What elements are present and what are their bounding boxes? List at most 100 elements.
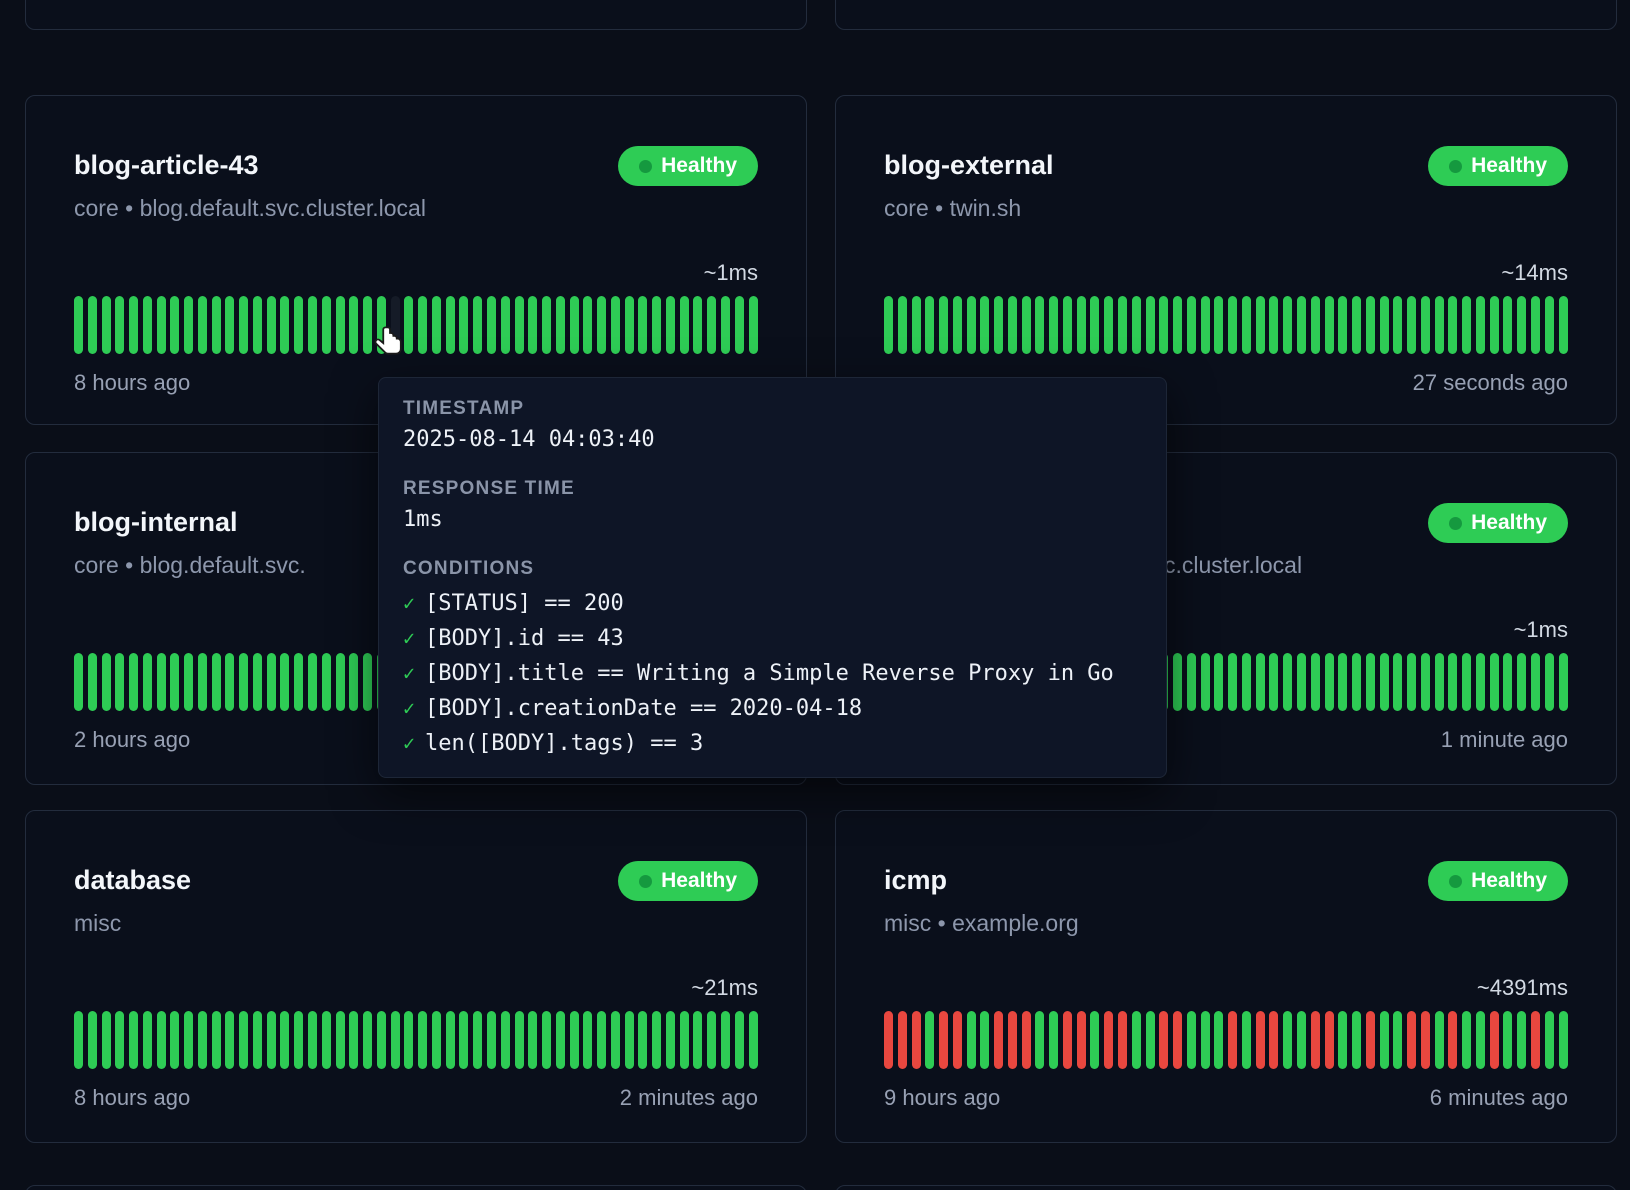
status-bar[interactable] bbox=[1214, 296, 1223, 354]
status-bar[interactable] bbox=[1090, 296, 1099, 354]
status-bar[interactable] bbox=[432, 1011, 441, 1069]
status-bar[interactable] bbox=[184, 296, 193, 354]
status-bar[interactable] bbox=[1201, 1011, 1210, 1069]
status-bar[interactable] bbox=[473, 296, 482, 354]
status-bar[interactable] bbox=[1407, 1011, 1416, 1069]
status-bar[interactable] bbox=[170, 1011, 179, 1069]
status-bar[interactable] bbox=[88, 1011, 97, 1069]
status-bar[interactable] bbox=[1462, 296, 1471, 354]
status-bar[interactable] bbox=[1366, 1011, 1375, 1069]
status-bar[interactable] bbox=[322, 1011, 331, 1069]
status-bar[interactable] bbox=[253, 653, 262, 711]
status-bar[interactable] bbox=[102, 1011, 111, 1069]
status-bar[interactable] bbox=[115, 653, 124, 711]
status-bar[interactable] bbox=[212, 653, 221, 711]
status-bar[interactable] bbox=[253, 296, 262, 354]
status-bar[interactable] bbox=[652, 1011, 661, 1069]
status-bar[interactable] bbox=[570, 1011, 579, 1069]
service-title[interactable]: blog-article-43 bbox=[74, 150, 259, 181]
status-bar[interactable] bbox=[198, 1011, 207, 1069]
status-bar[interactable] bbox=[1022, 1011, 1031, 1069]
status-bar[interactable] bbox=[1407, 653, 1416, 711]
status-bar[interactable] bbox=[1325, 1011, 1334, 1069]
status-bar[interactable] bbox=[994, 296, 1003, 354]
status-bar[interactable] bbox=[88, 653, 97, 711]
status-bar[interactable] bbox=[129, 296, 138, 354]
status-bar[interactable] bbox=[980, 296, 989, 354]
status-bar[interactable] bbox=[625, 1011, 634, 1069]
status-bar[interactable] bbox=[693, 296, 702, 354]
status-bar[interactable] bbox=[74, 1011, 83, 1069]
status-bar[interactable] bbox=[542, 1011, 551, 1069]
status-bar[interactable] bbox=[1517, 296, 1526, 354]
status-bar[interactable] bbox=[129, 653, 138, 711]
status-bar[interactable] bbox=[611, 296, 620, 354]
status-bar[interactable] bbox=[1476, 296, 1485, 354]
status-bar[interactable] bbox=[294, 1011, 303, 1069]
status-bar[interactable] bbox=[638, 1011, 647, 1069]
status-bar[interactable] bbox=[967, 1011, 976, 1069]
status-bar[interactable] bbox=[1228, 296, 1237, 354]
status-bar[interactable] bbox=[1380, 296, 1389, 354]
status-bar[interactable] bbox=[115, 296, 124, 354]
status-bar[interactable] bbox=[225, 653, 234, 711]
status-bar[interactable] bbox=[294, 653, 303, 711]
status-bar[interactable] bbox=[198, 653, 207, 711]
status-bar[interactable] bbox=[459, 296, 468, 354]
status-bar[interactable] bbox=[1366, 653, 1375, 711]
status-bar[interactable] bbox=[377, 1011, 386, 1069]
status-bar[interactable] bbox=[1448, 653, 1457, 711]
status-bar[interactable] bbox=[542, 296, 551, 354]
status-bar[interactable] bbox=[528, 1011, 537, 1069]
status-bar[interactable] bbox=[1201, 296, 1210, 354]
status-bar[interactable] bbox=[570, 296, 579, 354]
status-bar[interactable] bbox=[884, 296, 893, 354]
status-bar[interactable] bbox=[1173, 296, 1182, 354]
status-bar[interactable] bbox=[184, 1011, 193, 1069]
status-bar[interactable] bbox=[953, 296, 962, 354]
status-bar[interactable] bbox=[735, 1011, 744, 1069]
status-bar[interactable] bbox=[184, 653, 193, 711]
status-bar[interactable] bbox=[336, 296, 345, 354]
status-bar[interactable] bbox=[967, 296, 976, 354]
status-bar[interactable] bbox=[1311, 653, 1320, 711]
status-bar[interactable] bbox=[225, 296, 234, 354]
status-bar[interactable] bbox=[239, 296, 248, 354]
status-bar[interactable] bbox=[267, 296, 276, 354]
status-bar[interactable] bbox=[1448, 296, 1457, 354]
status-bar[interactable] bbox=[170, 296, 179, 354]
status-bar[interactable] bbox=[391, 296, 400, 354]
status-bar[interactable] bbox=[322, 296, 331, 354]
status-bar[interactable] bbox=[404, 296, 413, 354]
status-bar[interactable] bbox=[583, 1011, 592, 1069]
status-bar[interactable] bbox=[1214, 1011, 1223, 1069]
status-bar[interactable] bbox=[404, 1011, 413, 1069]
status-bar[interactable] bbox=[721, 296, 730, 354]
status-bar[interactable] bbox=[1517, 653, 1526, 711]
status-bar[interactable] bbox=[1338, 1011, 1347, 1069]
status-bar[interactable] bbox=[1146, 296, 1155, 354]
status-bar[interactable] bbox=[1118, 296, 1127, 354]
status-bar[interactable] bbox=[1366, 296, 1375, 354]
status-bar[interactable] bbox=[363, 296, 372, 354]
status-bar[interactable] bbox=[666, 1011, 675, 1069]
status-bar[interactable] bbox=[925, 296, 934, 354]
status-bar[interactable] bbox=[157, 296, 166, 354]
status-bar[interactable] bbox=[1407, 296, 1416, 354]
status-bar[interactable] bbox=[1049, 1011, 1058, 1069]
status-bar[interactable] bbox=[1256, 1011, 1265, 1069]
status-bar[interactable] bbox=[1352, 296, 1361, 354]
status-bar[interactable] bbox=[652, 296, 661, 354]
status-bar[interactable] bbox=[925, 1011, 934, 1069]
status-bar[interactable] bbox=[1435, 1011, 1444, 1069]
status-bar[interactable] bbox=[1035, 296, 1044, 354]
status-bar[interactable] bbox=[1531, 296, 1540, 354]
status-bar[interactable] bbox=[1325, 653, 1334, 711]
status-bar[interactable] bbox=[1559, 296, 1568, 354]
status-bar[interactable] bbox=[1380, 653, 1389, 711]
status-bar[interactable] bbox=[939, 1011, 948, 1069]
status-bar[interactable] bbox=[1311, 296, 1320, 354]
status-bar[interactable] bbox=[611, 1011, 620, 1069]
status-bar[interactable] bbox=[363, 653, 372, 711]
status-bar[interactable] bbox=[1490, 1011, 1499, 1069]
